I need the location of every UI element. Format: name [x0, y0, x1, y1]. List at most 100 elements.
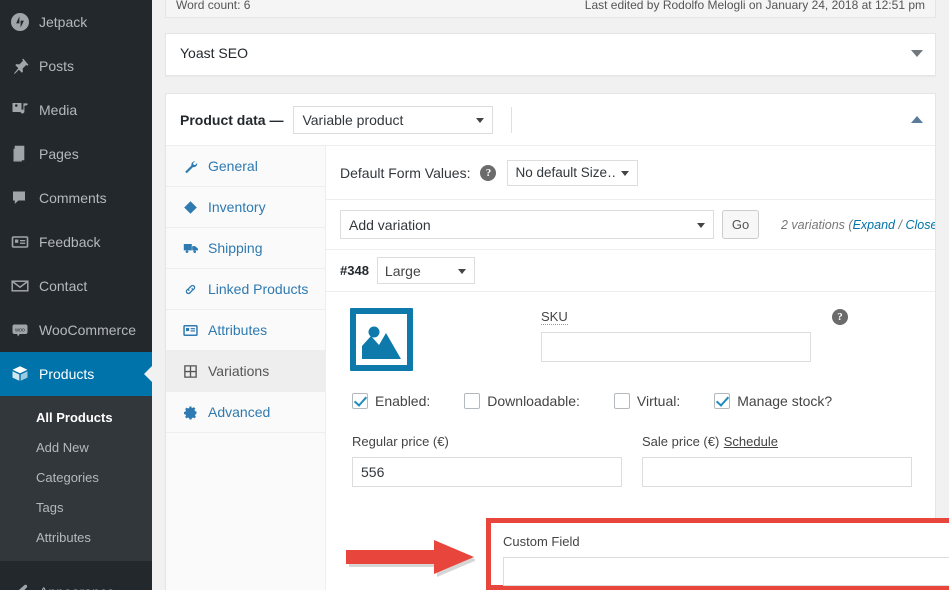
- word-count-text: Word count: 6: [176, 0, 250, 12]
- pages-icon: [10, 144, 30, 164]
- sku-input[interactable]: [541, 332, 811, 362]
- sale-price-input[interactable]: [642, 457, 912, 487]
- tab-label: Advanced: [208, 404, 270, 420]
- sidebar-item-tags[interactable]: Tags: [0, 493, 152, 523]
- page-title: Product data —: [180, 112, 283, 128]
- link-icon: [182, 281, 199, 298]
- admin-sidebar: Jetpack Posts Media Pages Comments: [0, 0, 152, 590]
- sidebar-item-posts[interactable]: Posts: [0, 44, 152, 88]
- manage-stock-checkbox-item[interactable]: Manage stock?: [714, 393, 832, 409]
- add-variation-select[interactable]: Add variation: [340, 210, 714, 239]
- products-submenu: All Products Add New Categories Tags Att…: [0, 396, 152, 561]
- default-form-values-label: Default Form Values:: [340, 165, 470, 181]
- sidebar-item-woocommerce[interactable]: woo WooCommerce: [0, 308, 152, 352]
- link-separator: /: [898, 218, 901, 232]
- attributes-icon: [182, 322, 199, 339]
- variation-body: SKU ? Enabled:: [326, 292, 935, 487]
- enabled-label: Enabled:: [375, 393, 430, 409]
- chevron-down-icon[interactable]: [911, 50, 923, 57]
- sale-price-label: Sale price (€): [642, 434, 719, 449]
- regular-price-label: Regular price (€): [352, 434, 449, 449]
- truck-icon: [182, 240, 199, 257]
- sidebar-item-pages[interactable]: Pages: [0, 132, 152, 176]
- woo-icon: woo: [10, 320, 30, 340]
- manage-stock-checkbox[interactable]: [714, 393, 730, 409]
- tab-advanced[interactable]: Advanced: [166, 392, 325, 433]
- variation-checkbox-row: Enabled: Downloadable: Virtual:: [340, 393, 921, 409]
- products-box-icon: [10, 364, 30, 384]
- comment-icon: [10, 188, 30, 208]
- custom-field-input[interactable]: [503, 557, 949, 586]
- editor-status-bar: Word count: 6 Last edited by Rodolfo Mel…: [165, 0, 936, 18]
- add-variation-select-wrap: Add variation: [340, 210, 714, 239]
- sidebar-divider: [0, 561, 152, 570]
- yoast-seo-panel: Yoast SEO: [165, 33, 936, 76]
- virtual-checkbox[interactable]: [614, 393, 630, 409]
- add-variation-row: Add variation Go 2 variations (Expand / …: [326, 200, 935, 250]
- sidebar-item-label: Jetpack: [39, 14, 87, 30]
- sidebar-item-products[interactable]: Products: [0, 352, 152, 396]
- screen-root: Jetpack Posts Media Pages Comments: [0, 0, 949, 590]
- sku-label: SKU: [541, 309, 568, 325]
- tab-general[interactable]: General: [166, 146, 325, 187]
- product-type-select-wrap: Variable product: [293, 106, 493, 134]
- tab-label: Linked Products: [208, 281, 308, 297]
- yoast-seo-header[interactable]: Yoast SEO: [166, 34, 935, 72]
- sidebar-item-all-products[interactable]: All Products: [0, 403, 152, 433]
- variation-attribute-select[interactable]: Large: [377, 257, 475, 284]
- default-size-select[interactable]: No default Size…: [507, 160, 638, 186]
- help-icon[interactable]: ?: [832, 309, 848, 325]
- tab-shipping[interactable]: Shipping: [166, 228, 325, 269]
- tab-attributes[interactable]: Attributes: [166, 310, 325, 351]
- jetpack-icon: [10, 12, 30, 32]
- virtual-label: Virtual:: [637, 393, 680, 409]
- wrench-icon: [182, 158, 199, 175]
- sidebar-item-label: Appearance: [39, 584, 115, 590]
- variation-attribute-select-wrap: Large: [377, 257, 475, 284]
- enabled-checkbox-item[interactable]: Enabled:: [352, 393, 430, 409]
- sidebar-item-add-new[interactable]: Add New: [0, 433, 152, 463]
- tab-linked-products[interactable]: Linked Products: [166, 269, 325, 310]
- product-type-select[interactable]: Variable product: [293, 106, 493, 134]
- sidebar-item-categories[interactable]: Categories: [0, 463, 152, 493]
- tab-label: Variations: [208, 363, 269, 379]
- variation-id: #348: [340, 263, 369, 278]
- envelope-icon: [10, 276, 30, 296]
- sidebar-item-label: Products: [39, 366, 94, 382]
- sidebar-item-appearance[interactable]: Appearance: [0, 570, 152, 590]
- help-icon[interactable]: ?: [480, 165, 496, 181]
- downloadable-checkbox[interactable]: [464, 393, 480, 409]
- product-data-header: Product data — Variable product: [166, 94, 935, 146]
- expand-close-group: (Expand / Close): [848, 218, 935, 232]
- gear-icon: [182, 404, 199, 421]
- tab-variations[interactable]: Variations: [166, 351, 325, 392]
- sidebar-item-attributes[interactable]: Attributes: [0, 523, 152, 553]
- virtual-checkbox-item[interactable]: Virtual:: [614, 393, 680, 409]
- variation-top-row: SKU ?: [340, 308, 921, 371]
- media-icon: [10, 100, 30, 120]
- expand-link[interactable]: Expand: [853, 218, 895, 232]
- sidebar-item-label: Pages: [39, 146, 79, 162]
- regular-price-input[interactable]: [352, 457, 622, 487]
- schedule-link[interactable]: Schedule: [724, 434, 778, 449]
- sidebar-item-contact[interactable]: Contact: [0, 264, 152, 308]
- tab-inventory[interactable]: Inventory: [166, 187, 325, 228]
- tab-label: Shipping: [208, 240, 263, 256]
- sidebar-item-label: Media: [39, 102, 77, 118]
- regular-price-group: Regular price (€): [352, 433, 622, 487]
- sidebar-item-media[interactable]: Media: [0, 88, 152, 132]
- close-link[interactable]: Close: [905, 218, 935, 232]
- downloadable-checkbox-item[interactable]: Downloadable:: [464, 393, 580, 409]
- tab-label: Inventory: [208, 199, 266, 215]
- sidebar-item-label: Feedback: [39, 234, 100, 250]
- go-button[interactable]: Go: [722, 210, 759, 239]
- sidebar-item-label: Comments: [39, 190, 107, 206]
- enabled-checkbox[interactable]: [352, 393, 368, 409]
- image-placeholder-icon[interactable]: [350, 308, 413, 371]
- sidebar-item-comments[interactable]: Comments: [0, 176, 152, 220]
- chevron-up-icon[interactable]: [911, 116, 923, 123]
- inventory-icon: [182, 199, 199, 216]
- sidebar-item-jetpack[interactable]: Jetpack: [0, 0, 152, 44]
- tab-label: General: [208, 158, 258, 174]
- sidebar-item-feedback[interactable]: Feedback: [0, 220, 152, 264]
